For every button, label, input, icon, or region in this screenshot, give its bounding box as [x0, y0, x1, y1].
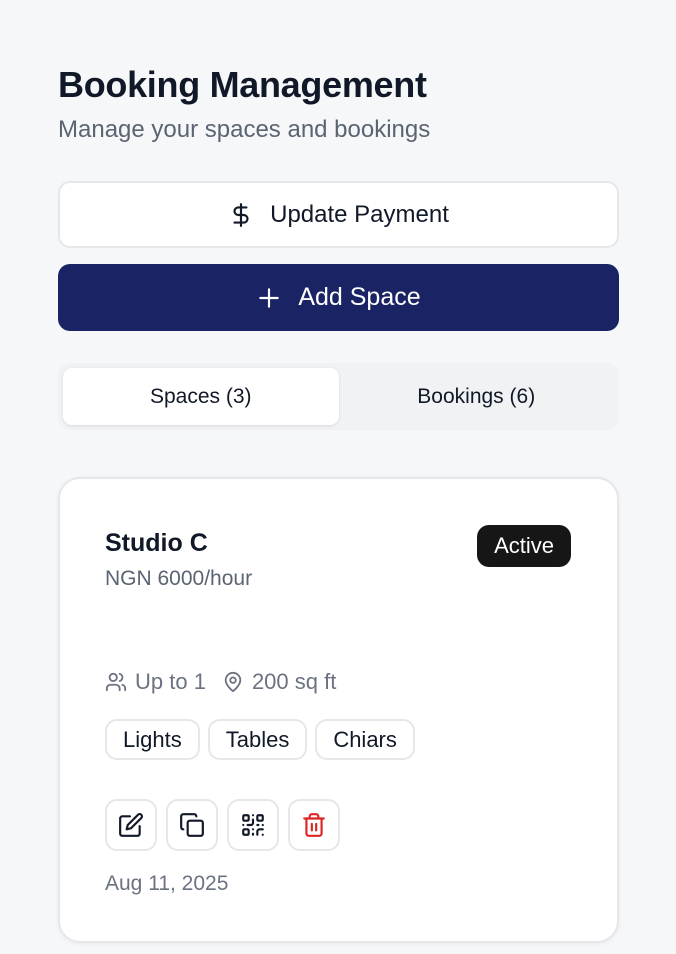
status-badge: Active — [477, 525, 571, 567]
edit-icon — [118, 812, 144, 838]
tab-bookings[interactable]: Bookings (6) — [339, 368, 615, 425]
plus-icon — [256, 285, 282, 311]
capacity-text: Up to 1 — [135, 669, 206, 694]
amenity-chip: Lights — [105, 719, 200, 760]
size-text: 200 sq ft — [251, 669, 337, 694]
qr-code-icon — [240, 812, 266, 838]
duplicate-button[interactable] — [166, 799, 218, 851]
update-payment-button[interactable]: Update Payment — [58, 181, 619, 248]
amenity-chips: Lights Tables Chiars — [105, 719, 415, 760]
dollar-icon — [228, 200, 254, 230]
add-space-label: Add Space — [298, 283, 421, 311]
view-tabs: Spaces (3) Bookings (6) — [58, 363, 619, 430]
tab-spaces[interactable]: Spaces (3) — [63, 368, 339, 425]
page-title: Booking Management — [58, 64, 427, 105]
add-space-button[interactable]: Add Space — [58, 264, 619, 331]
space-meta: Up to 1 200 sq ft — [105, 669, 336, 695]
space-actions — [105, 799, 340, 851]
users-icon — [105, 671, 127, 693]
space-name: Studio C — [105, 529, 208, 557]
amenity-chip: Chiars — [315, 719, 415, 760]
delete-button[interactable] — [288, 799, 340, 851]
update-payment-label: Update Payment — [270, 200, 449, 228]
edit-button[interactable] — [105, 799, 157, 851]
created-date: Aug 11, 2025 — [105, 872, 229, 895]
trash-icon — [301, 812, 327, 838]
space-price: NGN 6000/hour — [105, 567, 253, 590]
qr-code-button[interactable] — [227, 799, 279, 851]
page-subtitle: Manage your spaces and bookings — [58, 116, 431, 143]
map-pin-icon — [222, 671, 244, 693]
space-card: Studio C NGN 6000/hour Active Up to 1 20… — [58, 477, 619, 943]
amenity-chip: Tables — [207, 719, 308, 760]
copy-icon — [179, 812, 205, 838]
booking-management-page: Booking Management Manage your spaces an… — [0, 0, 676, 954]
